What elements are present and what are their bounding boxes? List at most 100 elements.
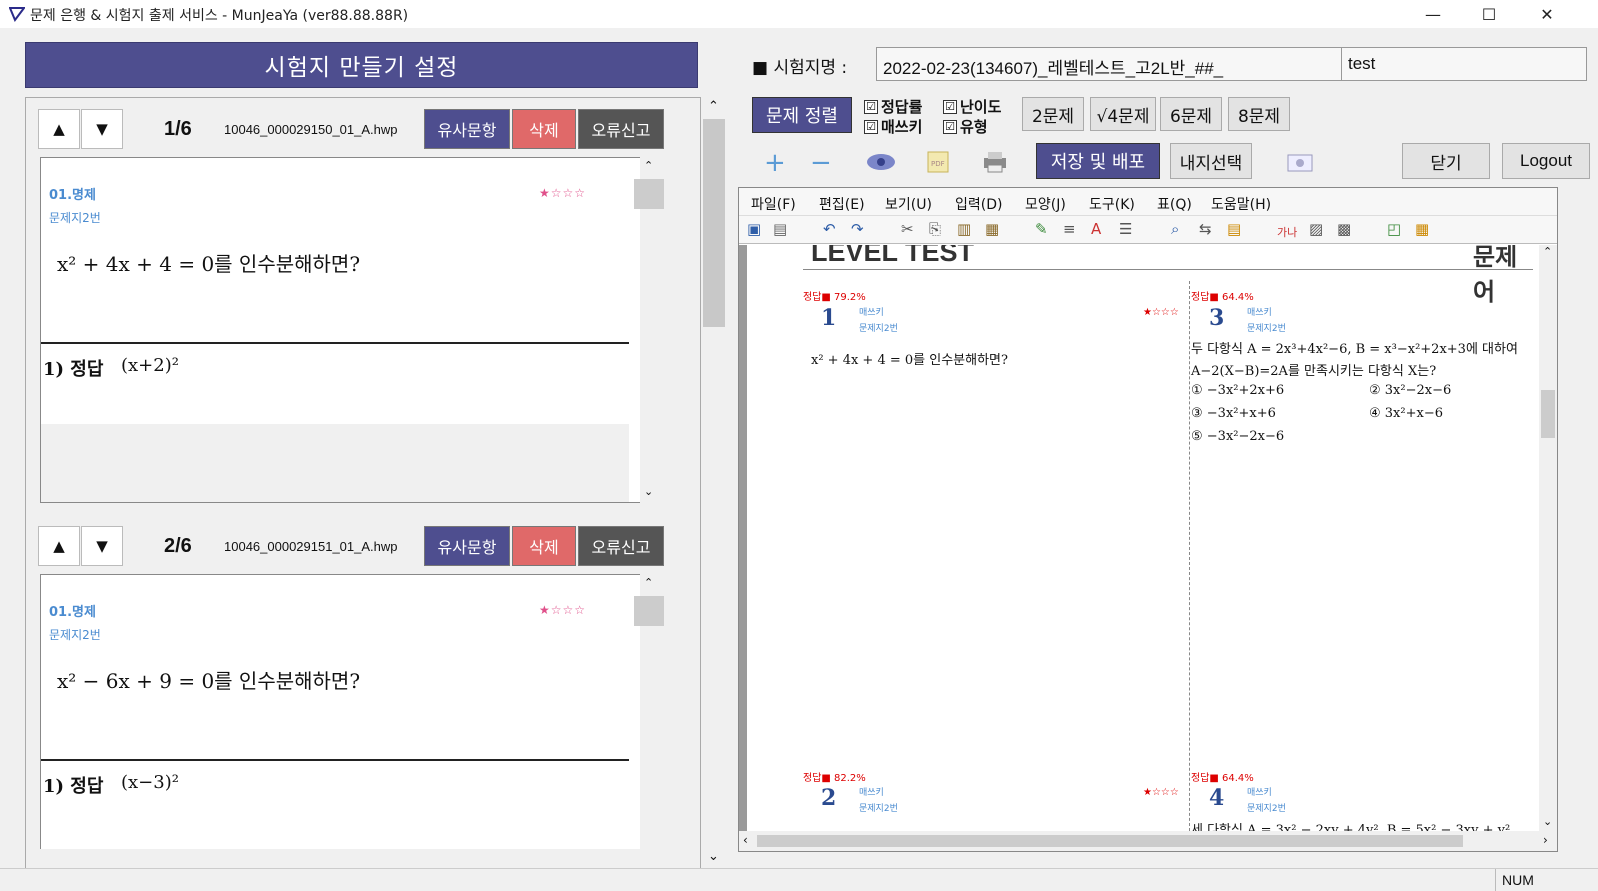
- replace-icon[interactable]: ⇆: [1199, 220, 1212, 238]
- layout-2-button[interactable]: 2문제: [1022, 97, 1084, 131]
- minimize-button[interactable]: —: [1410, 0, 1456, 28]
- redo-icon[interactable]: ↷: [851, 220, 864, 238]
- preview-eye-icon[interactable]: [866, 152, 896, 172]
- paragraph-icon[interactable]: ☰: [1119, 220, 1132, 238]
- document-editor[interactable]: 파일(F) 편집(E) 보기(U) 입력(D) 모양(J) 도구(K) 표(Q)…: [738, 187, 1558, 852]
- layout-4-button[interactable]: √4문제: [1090, 97, 1156, 131]
- difficulty-stars: ★☆☆☆: [1143, 307, 1179, 318]
- choice-2: ② 3x²−2x−6: [1369, 383, 1452, 398]
- card-scrollbar[interactable]: ⌃: [634, 574, 664, 849]
- layout-8-button[interactable]: 8문제: [1228, 97, 1290, 131]
- menu-format[interactable]: 모양(J): [1025, 194, 1066, 214]
- scroll-thumb[interactable]: [1541, 390, 1555, 438]
- close-window-button[interactable]: ✕: [1524, 0, 1570, 28]
- chart-icon[interactable]: ▩: [1337, 220, 1351, 238]
- scroll-thumb[interactable]: [634, 179, 664, 209]
- menu-file[interactable]: 파일(F): [751, 194, 796, 214]
- logout-button[interactable]: Logout: [1502, 143, 1590, 179]
- undo-icon[interactable]: ↶: [823, 220, 836, 238]
- close-button[interactable]: 닫기: [1402, 143, 1490, 179]
- difficulty-stars: ★☆☆☆: [539, 603, 587, 617]
- copy-icon[interactable]: ⎘: [929, 220, 941, 238]
- checkbox-icon[interactable]: ☑: [943, 99, 957, 114]
- check-mathkey[interactable]: ☑ 매쓰키: [864, 116, 922, 137]
- move-up-button[interactable]: ▲: [38, 109, 80, 149]
- document-page: LEVEL TEST 문제어 정답■ 79.2% 1 매쓰키 문제지2번 ★☆☆…: [747, 245, 1537, 831]
- pdf-icon[interactable]: PDF: [926, 150, 950, 174]
- menu-tools[interactable]: 도구(K): [1089, 194, 1135, 214]
- scroll-thumb[interactable]: [634, 596, 664, 626]
- page-icon[interactable]: ▣: [747, 220, 761, 238]
- checkbox-icon[interactable]: ☑: [864, 99, 878, 114]
- spell-icon[interactable]: ✎: [1035, 220, 1048, 238]
- similar-question-button[interactable]: 유사문항: [424, 109, 510, 149]
- question-filename: 10046_000029150_01_A.hwp: [224, 122, 398, 137]
- problem-number: 4: [1209, 785, 1225, 811]
- card-scrollbar[interactable]: ⌃ ⌄: [634, 157, 664, 503]
- scroll-down-icon[interactable]: ⌄: [644, 485, 653, 498]
- scroll-up-icon[interactable]: ⌃: [644, 159, 653, 172]
- image-icon[interactable]: ▨: [1309, 220, 1323, 238]
- answer-label: 1) 정답: [43, 776, 104, 797]
- exam-name-input[interactable]: 2022-02-23(134607)_레벨테스트_고2L반_##_: [876, 47, 1342, 81]
- problem-text-line1: 두 다항식 A = 2x³+4x²−6, B = x³−x²+2x+3에 대하여: [1191, 342, 1518, 357]
- move-up-button[interactable]: ▲: [38, 526, 80, 566]
- move-down-button[interactable]: ▼: [81, 109, 123, 149]
- editor-hscrollbar[interactable]: ‹ ›: [739, 831, 1557, 851]
- find-icon[interactable]: ⌕: [1171, 220, 1179, 238]
- scroll-up-icon[interactable]: ⌃: [708, 99, 719, 114]
- maximize-button[interactable]: ☐: [1466, 0, 1512, 28]
- scroll-right-icon[interactable]: ›: [1543, 833, 1548, 847]
- scroll-thumb[interactable]: [757, 835, 1463, 847]
- question-card: 01.명제 문제지2번 ★☆☆☆ x² − 6x + 9 = 0를 인수분해하면…: [40, 574, 646, 849]
- delete-button[interactable]: 삭제: [512, 109, 576, 149]
- checkbox-icon[interactable]: ☑: [943, 119, 957, 134]
- move-down-button[interactable]: ▼: [81, 526, 123, 566]
- list-scrollbar[interactable]: ⌃ ⌄: [700, 97, 730, 869]
- menu-insert[interactable]: 입력(D): [955, 194, 1002, 214]
- menu-edit[interactable]: 편집(E): [819, 194, 865, 214]
- paper-select-button[interactable]: 내지선택: [1170, 143, 1252, 179]
- checkbox-icon[interactable]: ☑: [864, 119, 878, 134]
- char-shape-icon[interactable]: A: [1091, 220, 1101, 238]
- delete-button[interactable]: 삭제: [512, 526, 576, 566]
- scroll-thumb[interactable]: [703, 119, 725, 327]
- minus-icon[interactable]: −: [810, 148, 832, 178]
- editor-vscrollbar[interactable]: ⌃ ⌄: [1539, 245, 1557, 831]
- card-blank-area: [41, 424, 629, 502]
- menu-view[interactable]: 보기(U): [885, 194, 932, 214]
- sort-questions-button[interactable]: 문제 정렬: [752, 97, 852, 133]
- cut-icon[interactable]: ✂: [901, 220, 914, 238]
- report-error-button[interactable]: 오류신고: [578, 526, 664, 566]
- report-error-button[interactable]: 오류신고: [578, 109, 664, 149]
- menu-help[interactable]: 도움말(H): [1211, 194, 1271, 214]
- align-icon[interactable]: ≡: [1063, 220, 1076, 238]
- hanja-icon[interactable]: 가나: [1277, 224, 1297, 240]
- doc-header-title: LEVEL TEST: [811, 245, 975, 267]
- check-correct-rate[interactable]: ☑ 정답률: [864, 96, 922, 117]
- scroll-down-icon[interactable]: ⌄: [708, 849, 719, 864]
- save-distribute-button[interactable]: 저장 및 배포: [1036, 143, 1160, 179]
- settings-window-icon[interactable]: [1286, 151, 1314, 173]
- scroll-down-icon[interactable]: ⌄: [1543, 815, 1552, 828]
- scroll-left-icon[interactable]: ‹: [743, 833, 748, 847]
- check-type[interactable]: ☑ 유형: [943, 116, 988, 137]
- similar-question-button[interactable]: 유사문항: [424, 526, 510, 566]
- format-paint-icon[interactable]: ▦: [985, 220, 999, 238]
- memo-icon[interactable]: ▤: [1227, 220, 1241, 238]
- exam-extra-input[interactable]: test: [1341, 47, 1587, 81]
- question-counter: 1/6: [164, 118, 192, 140]
- scroll-up-icon[interactable]: ⌃: [644, 576, 653, 589]
- paste-icon[interactable]: ▥: [957, 220, 971, 238]
- print-icon[interactable]: [982, 150, 1008, 174]
- scroll-up-icon[interactable]: ⌃: [1543, 245, 1552, 258]
- check-difficulty[interactable]: ☑ 난이도: [943, 96, 1001, 117]
- insert-picture-icon[interactable]: ◰: [1387, 220, 1401, 238]
- choice-3: ③ −3x²+x+6: [1191, 406, 1276, 421]
- table-icon[interactable]: ▦: [1415, 220, 1429, 238]
- plus-icon[interactable]: +: [764, 148, 786, 178]
- answer-text: (x+2)²: [121, 355, 179, 376]
- layout-6-button[interactable]: 6문제: [1160, 97, 1222, 131]
- print-icon[interactable]: ▤: [773, 220, 787, 238]
- menu-table[interactable]: 표(Q): [1157, 194, 1192, 214]
